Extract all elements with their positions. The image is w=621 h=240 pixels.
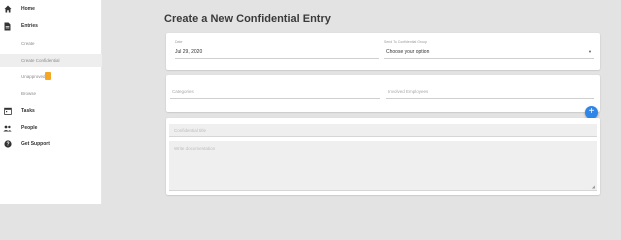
sidebar-item-people[interactable]: People — [0, 121, 102, 135]
people-icon — [3, 122, 12, 134]
date-field[interactable]: Jul 29, 2020 — [175, 49, 202, 55]
help-icon: ? — [3, 138, 12, 150]
entry-title-input[interactable]: Confidential title — [169, 124, 597, 137]
sidebar-subitem-browse[interactable]: Browse — [0, 87, 102, 100]
sidebar-item-home[interactable]: Home — [0, 2, 102, 16]
date-label: Date — [175, 40, 183, 44]
entry-title-placeholder: Confidential title — [174, 128, 207, 133]
sidebar-item-label: Tasks — [21, 108, 35, 114]
calendar-icon — [3, 105, 12, 117]
sidebar-item-tasks[interactable]: Tasks — [0, 104, 102, 118]
page-title: Create a New Confidential Entry — [164, 13, 331, 25]
entry-meta-card: Date Jul 29, 2020 Send To Confidential G… — [166, 33, 600, 70]
sidebar-item-label: People — [21, 125, 38, 131]
chevron-down-icon[interactable]: ▼ — [588, 49, 592, 54]
group-label: Send To Confidential Group — [384, 40, 427, 44]
sidebar-item-label: Entries — [21, 23, 38, 29]
documentation-placeholder: Write documentation — [174, 146, 216, 151]
entry-tags-card: Categories Involved Employees — [166, 75, 600, 112]
sidebar-subitem-create[interactable]: Create — [0, 37, 102, 50]
categories-underline — [170, 98, 380, 99]
employees-underline — [386, 98, 594, 99]
sidebar-item-entries[interactable]: Entries — [0, 19, 102, 33]
home-icon — [3, 3, 12, 15]
sidebar-item-get-support[interactable]: ? Get Support — [0, 137, 102, 151]
employees-input[interactable]: Involved Employees — [388, 89, 428, 94]
resize-handle-icon[interactable]: ◢ — [592, 184, 595, 189]
sidebar-subitem-label: Create Confidential — [21, 58, 60, 63]
documentation-textarea[interactable]: Write documentation ◢ — [169, 141, 597, 191]
group-underline — [384, 58, 594, 59]
sidebar: Home Entries Create Create Confidential … — [0, 0, 102, 204]
sidebar-item-label: Get Support — [21, 141, 50, 147]
categories-input[interactable]: Categories — [172, 89, 194, 94]
sidebar-subitem-label: Browse — [21, 91, 37, 96]
group-select[interactable]: Choose your option — [386, 49, 429, 55]
sidebar-subitem-label: Create — [21, 41, 35, 46]
sidebar-subitem-create-confidential[interactable]: Create Confidential — [0, 54, 102, 67]
sidebar-subitem-label: Unapproved — [21, 74, 46, 79]
plus-icon: + — [588, 106, 595, 117]
sidebar-item-label: Home — [21, 6, 35, 12]
sidebar-subitem-unapproved[interactable]: Unapproved — [0, 70, 102, 83]
document-icon — [3, 20, 12, 32]
date-underline — [175, 58, 379, 59]
unapproved-badge — [45, 72, 51, 80]
entry-content-card: Confidential title Write documentation ◢ — [166, 118, 600, 195]
svg-text:?: ? — [6, 142, 9, 148]
